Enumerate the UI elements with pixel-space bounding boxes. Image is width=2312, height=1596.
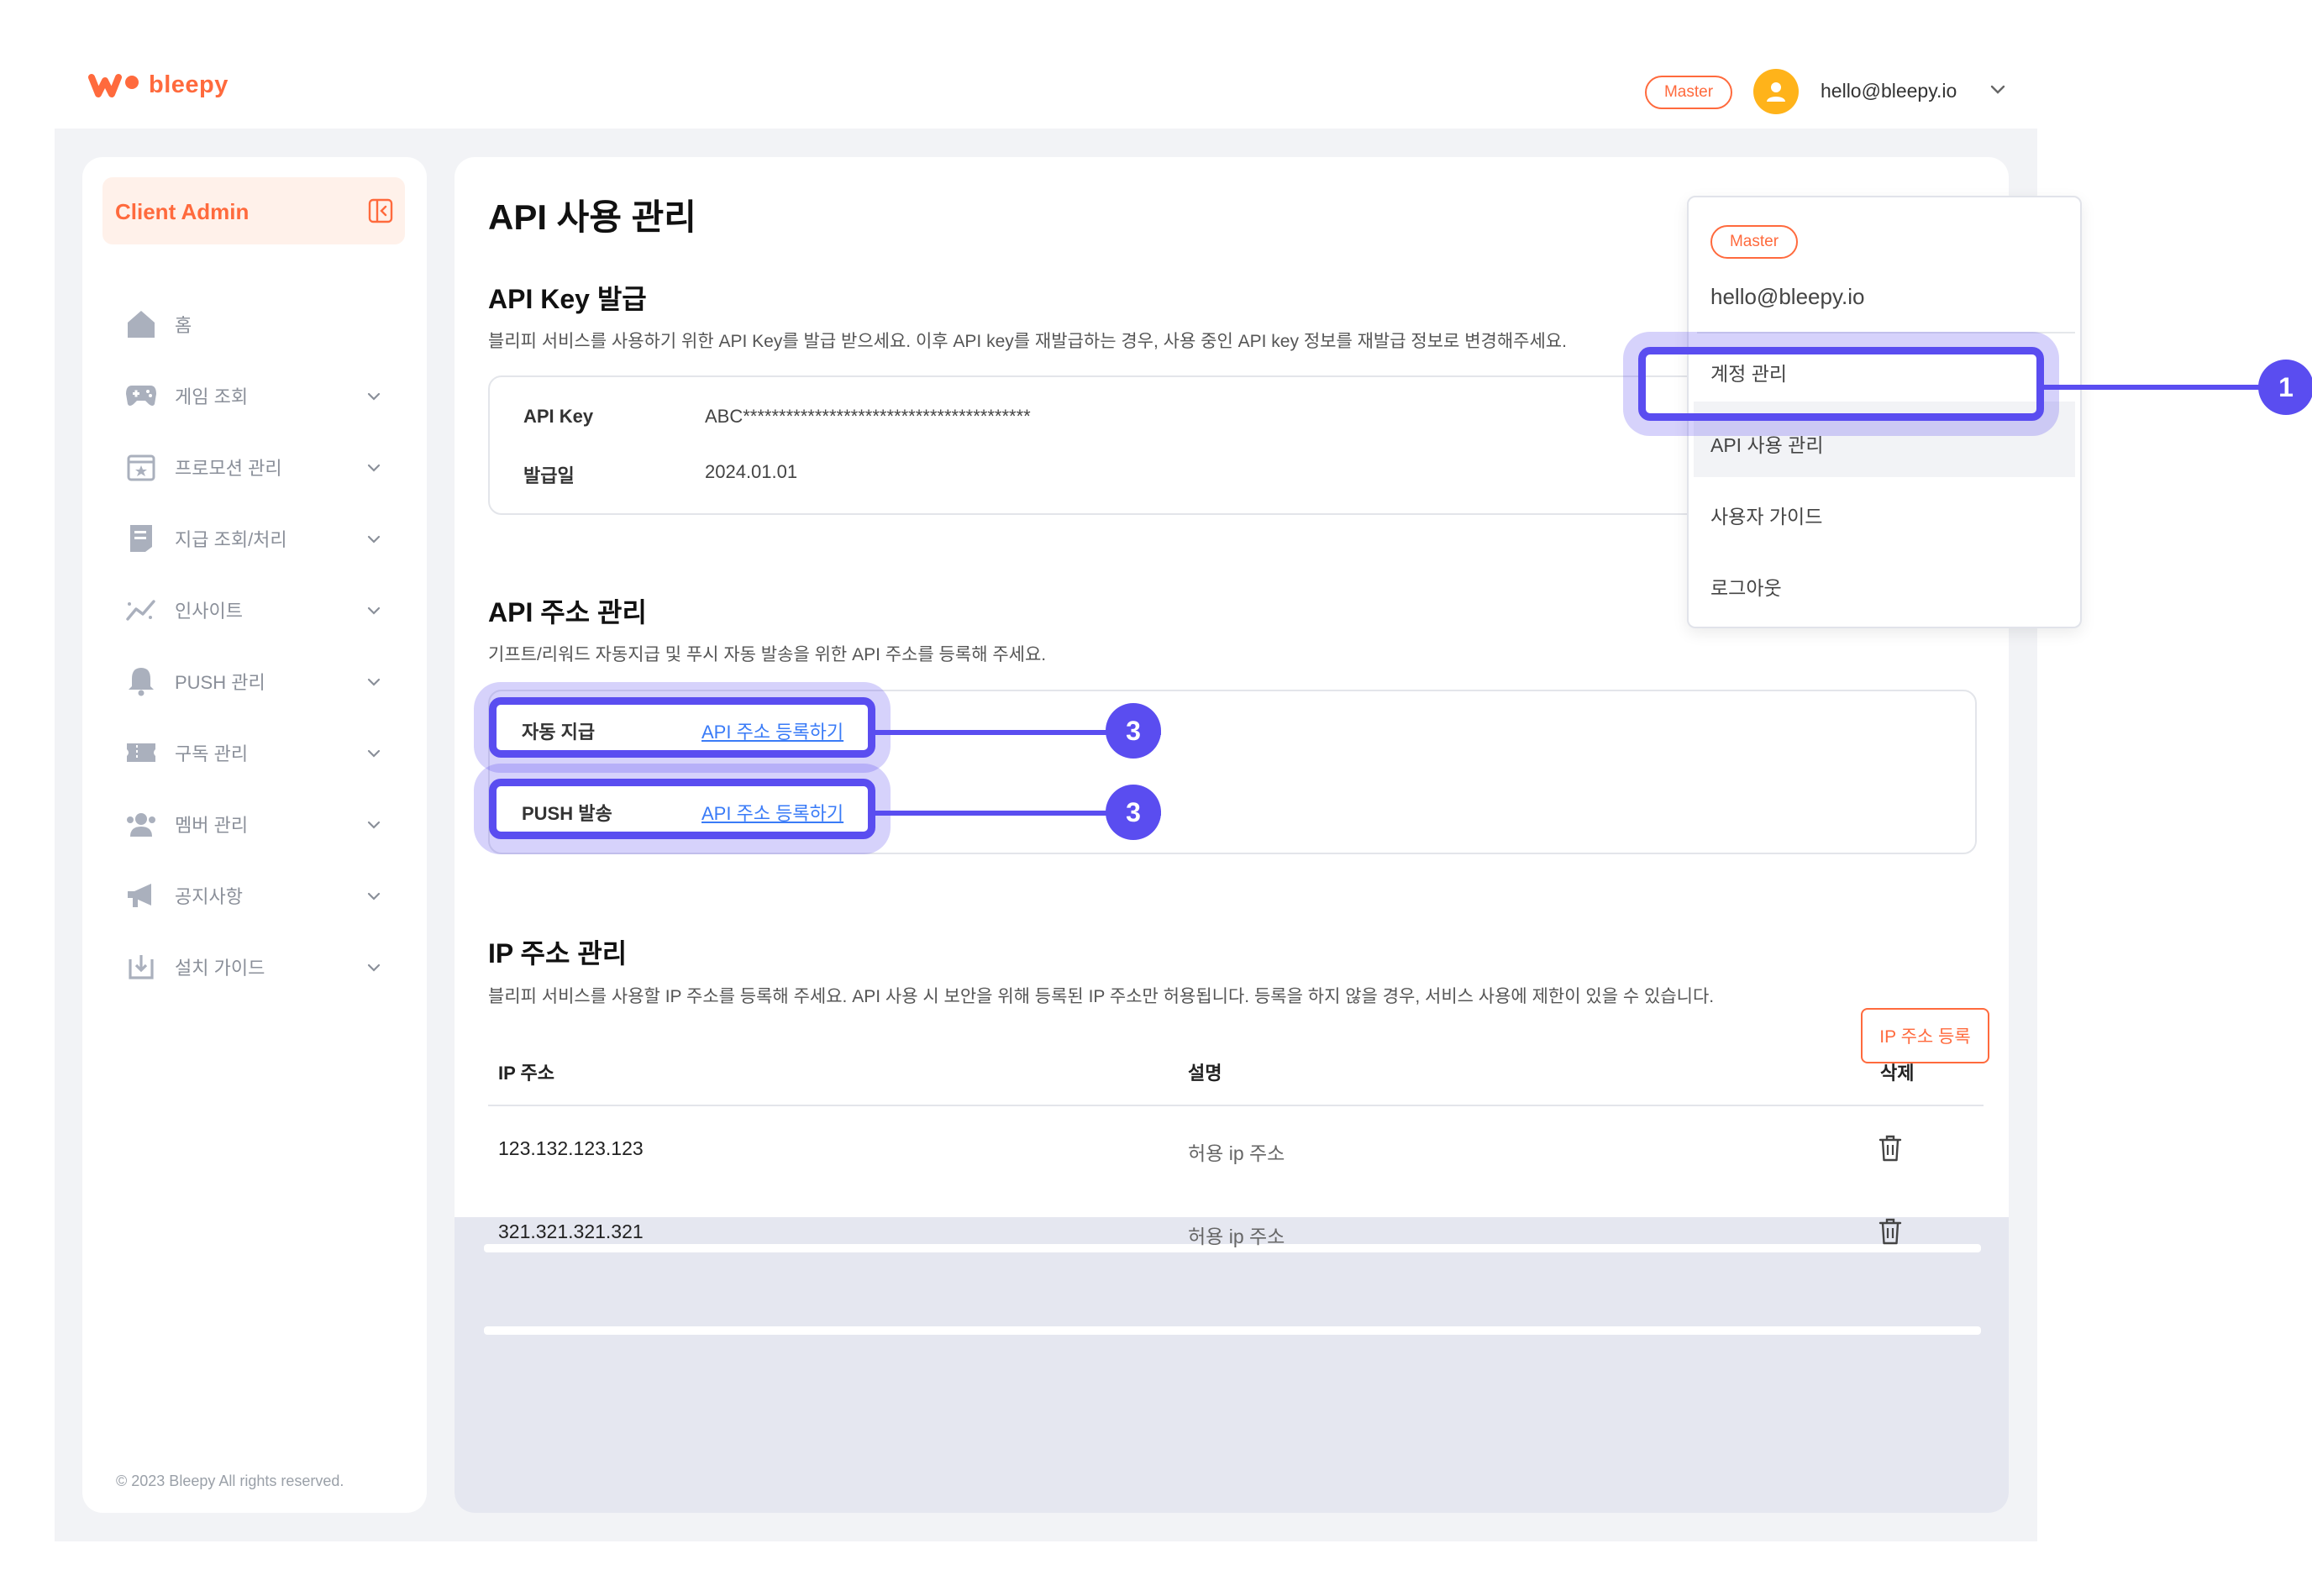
sidebar-item-home[interactable]: 홈 <box>124 303 402 345</box>
sidebar-item-payouts[interactable]: 지급 조회/처리 <box>124 517 402 559</box>
row-separator <box>484 1326 1981 1335</box>
table-divider <box>488 1105 1984 1106</box>
menu-item-logout[interactable]: 로그아웃 <box>1710 572 1782 601</box>
receipt-icon <box>124 522 158 555</box>
sidebar-item-label: 설치 가이드 <box>175 958 265 979</box>
ip-section-description: 블리피 서비스를 사용할 IP 주소를 등록해 주세요. API 사용 시 보안… <box>488 987 1715 1006</box>
annotation-marker-1: 1 <box>2258 360 2312 415</box>
issue-date-value: 2024.01.01 <box>705 461 798 482</box>
register-ip-button[interactable]: IP 주소 등록 <box>1861 1008 1989 1063</box>
chart-line-icon <box>124 593 158 627</box>
dropdown-email: hello@bleepy.io <box>1710 284 1865 309</box>
sidebar-item-label: 공지사항 <box>175 886 243 907</box>
logo-text: bleepy <box>149 71 229 98</box>
chevron-down-icon <box>367 963 381 972</box>
sidebar-item-label: 멤버 관리 <box>175 815 249 836</box>
issue-date-label: 발급일 <box>523 465 575 486</box>
sidebar-item-label: 구독 관리 <box>175 743 249 764</box>
copyright: © 2023 Bleepy All rights reserved. <box>116 1473 344 1489</box>
sidebar-item-push[interactable]: PUSH 관리 <box>124 660 402 702</box>
calendar-star-icon <box>124 450 158 484</box>
desc-cell: 허용 ip 주소 <box>1188 1142 1285 1164</box>
ip-section-title: IP 주소 관리 <box>488 938 628 969</box>
sidebar-item-label: PUSH 관리 <box>175 672 265 693</box>
trash-icon[interactable] <box>1878 1217 1903 1246</box>
gamepad-icon <box>124 379 158 412</box>
api-key-description: 블리피 서비스를 사용하기 위한 API Key를 발급 받으세요. 이후 AP… <box>488 332 1567 351</box>
annotation-marker-3b: 3 <box>1106 785 1161 840</box>
sidebar-header: Client Admin <box>102 177 405 244</box>
highlight-auto-pay <box>489 697 875 758</box>
sidebar-item-install-guide[interactable]: 설치 가이드 <box>124 946 402 988</box>
api-key-title: API Key 발급 <box>488 284 647 314</box>
page-title: API 사용 관리 <box>488 197 696 237</box>
sidebar-item-games[interactable]: 게임 조회 <box>124 375 402 417</box>
sidebar-title: Client Admin <box>115 199 250 224</box>
trash-icon[interactable] <box>1878 1134 1903 1163</box>
sidebar: Client Admin 홈 게임 조회 프로모션 관리 지급 조회/처리 인사… <box>82 157 427 1513</box>
download-icon <box>124 950 158 984</box>
highlight-push-send <box>489 779 875 839</box>
app-window: bleepy Master hello@bleepy.io Client Adm… <box>55 55 2283 1541</box>
chevron-down-icon <box>367 464 381 472</box>
connector-1 <box>2044 385 2283 390</box>
annotation-marker-3a: 3 <box>1106 703 1161 759</box>
api-key-value: ABC*************************************… <box>705 406 1031 427</box>
menu-item-user-guide[interactable]: 사용자 가이드 <box>1710 501 1822 529</box>
sidebar-item-label: 지급 조회/처리 <box>175 529 287 550</box>
home-icon <box>124 307 158 341</box>
user-email[interactable]: hello@bleepy.io <box>1821 80 1957 102</box>
chevron-down-icon <box>367 678 381 686</box>
megaphone-icon <box>124 879 158 912</box>
sidebar-item-promotions[interactable]: 프로모션 관리 <box>124 446 402 488</box>
sidebar-item-label: 홈 <box>175 315 192 336</box>
sidebar-item-label: 프로모션 관리 <box>175 458 282 479</box>
desc-cell: 허용 ip 주소 <box>1188 1226 1285 1247</box>
sidebar-item-subscriptions[interactable]: 구독 관리 <box>124 732 402 774</box>
column-header-desc: 설명 <box>1188 1063 1222 1084</box>
column-header-delete: 삭제 <box>1880 1063 1915 1084</box>
sidebar-item-insights[interactable]: 인사이트 <box>124 589 402 631</box>
bleepy-logo-icon <box>88 73 139 97</box>
disabled-overlay <box>455 1217 2009 1513</box>
highlight-api-usage <box>1638 347 2044 421</box>
logo[interactable]: bleepy <box>88 71 229 99</box>
sidebar-item-label: 게임 조회 <box>175 386 249 407</box>
chevron-down-icon <box>367 821 381 829</box>
column-header-ip: IP 주소 <box>498 1063 554 1084</box>
users-icon <box>124 807 158 841</box>
chevron-down-icon <box>367 606 381 615</box>
dropdown-role-badge: Master <box>1710 225 1798 259</box>
ticket-icon <box>124 736 158 769</box>
sidebar-item-members[interactable]: 멤버 관리 <box>124 803 402 845</box>
ip-cell: 321.321.321.321 <box>498 1221 644 1242</box>
top-bar: bleepy Master hello@bleepy.io <box>55 55 2037 129</box>
menu-item-api-usage[interactable]: API 사용 관리 <box>1710 429 1824 458</box>
api-address-description: 기프트/리워드 자동지급 및 푸시 자동 발송을 위한 API 주소를 등록해 … <box>488 645 1047 664</box>
role-badge: Master <box>1645 76 1732 109</box>
sidebar-item-notices[interactable]: 공지사항 <box>124 874 402 916</box>
chevron-down-icon[interactable] <box>1987 78 2009 100</box>
user-icon <box>1767 82 1785 102</box>
chevron-down-icon <box>367 749 381 758</box>
chevron-down-icon <box>367 892 381 900</box>
collapse-sidebar-icon[interactable] <box>368 198 393 223</box>
chevron-down-icon <box>367 392 381 401</box>
ip-cell: 123.132.123.123 <box>498 1137 644 1159</box>
sidebar-item-label: 인사이트 <box>175 601 243 622</box>
api-address-title: API 주소 관리 <box>488 597 647 627</box>
avatar[interactable] <box>1753 69 1799 114</box>
api-key-label: API Key <box>523 406 594 427</box>
dropdown-divider <box>1697 332 2075 333</box>
chevron-down-icon <box>367 535 381 543</box>
bell-icon <box>124 664 158 698</box>
